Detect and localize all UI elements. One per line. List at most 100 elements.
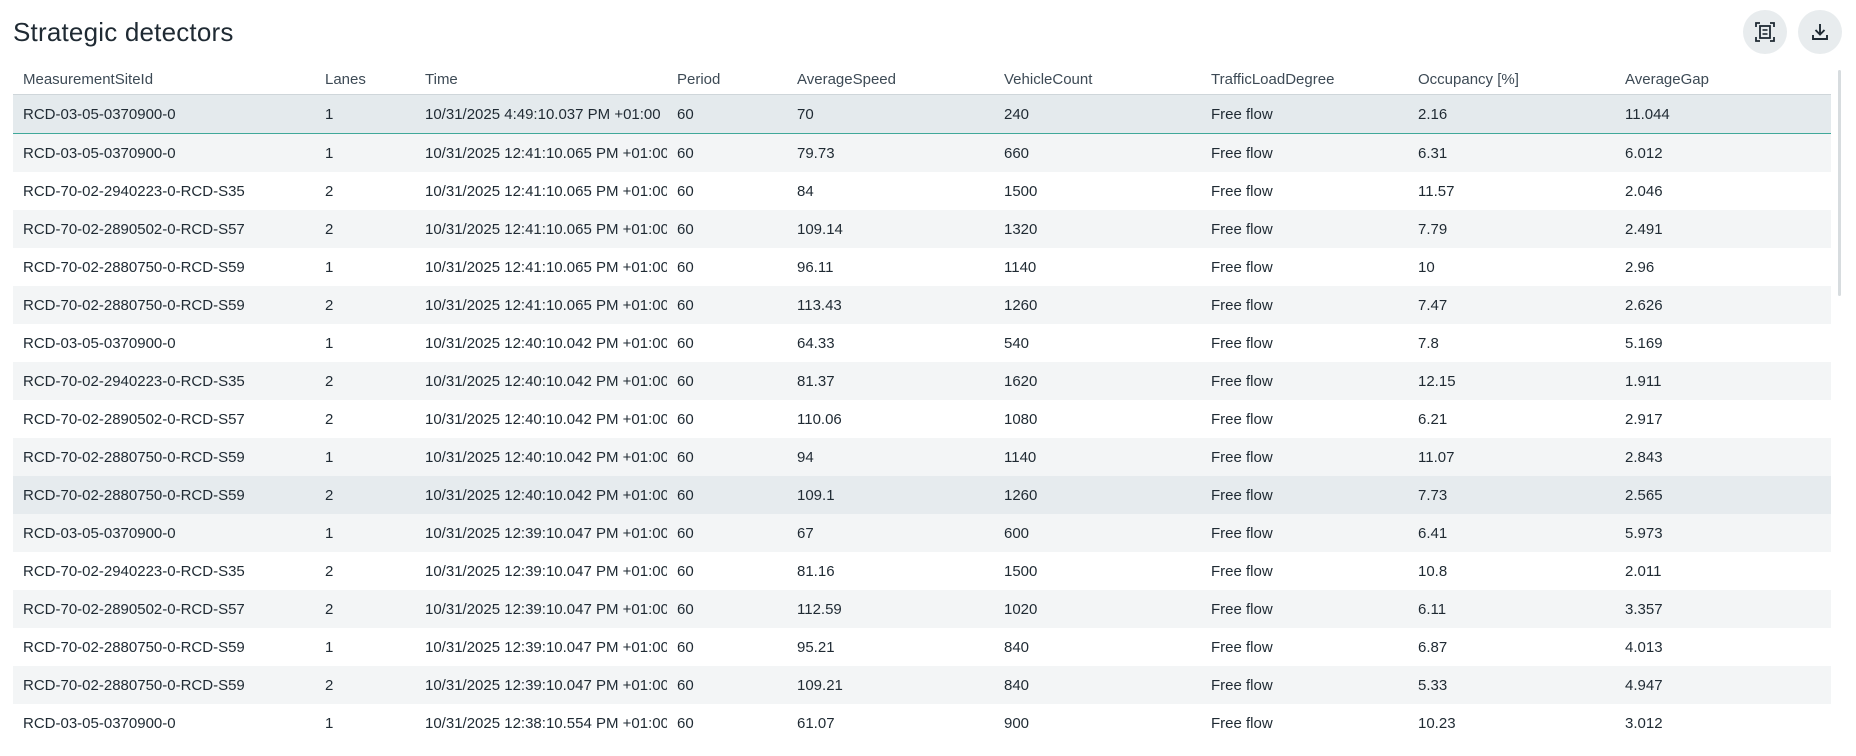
cell-period: 60 <box>667 210 787 248</box>
cell-vehiclecount: 1500 <box>994 172 1201 210</box>
cell-time: 10/31/2025 12:39:10.047 PM +01:00 <box>415 628 667 666</box>
cell-lanes: 2 <box>315 666 415 704</box>
cell-time: 10/31/2025 12:41:10.065 PM +01:00 <box>415 172 667 210</box>
cell-period: 60 <box>667 704 787 742</box>
column-header-lanes[interactable]: Lanes <box>315 64 415 95</box>
cell-lanes: 2 <box>315 476 415 514</box>
cell-lanes: 2 <box>315 362 415 400</box>
cell-vehiclecount: 1260 <box>994 476 1201 514</box>
cell-period: 60 <box>667 438 787 476</box>
table-row[interactable]: RCD-70-02-2890502-0-RCD-S57 2 10/31/2025 1… <box>13 210 1831 248</box>
cell-trafficloaddegree: Free flow <box>1201 628 1408 666</box>
download-icon <box>1812 24 1828 40</box>
cell-averagespeed: 109.1 <box>787 476 994 514</box>
table-row[interactable]: RCD-03-05-0370900-0 1 10/31/2025 12:40:10.… <box>13 324 1831 362</box>
cell-trafficloaddegree: Free flow <box>1201 94 1408 134</box>
cell-trafficloaddegree: Free flow <box>1201 704 1408 742</box>
cell-time: 10/31/2025 12:38:10.554 PM +01:00 <box>415 704 667 742</box>
table-row[interactable]: RCD-03-05-0370900-0 1 10/31/2025 12:39:10.… <box>13 514 1831 552</box>
column-header-averagegap[interactable]: AverageGap <box>1615 64 1831 95</box>
cell-period: 60 <box>667 248 787 286</box>
cell-time: 10/31/2025 12:40:10.042 PM +01:00 <box>415 362 667 400</box>
cell-occupancy: 11.07 <box>1408 438 1615 476</box>
cell-measurementsiteid: RCD-70-02-2890502-0-RCD-S57 <box>13 400 315 438</box>
cell-averagegap: 11.044 <box>1615 94 1831 134</box>
cell-averagespeed: 61.07 <box>787 704 994 742</box>
cell-vehiclecount: 1320 <box>994 210 1201 248</box>
cell-period: 60 <box>667 286 787 324</box>
cell-occupancy: 7.47 <box>1408 286 1615 324</box>
cell-occupancy: 10 <box>1408 248 1615 286</box>
table-row[interactable]: RCD-70-02-2880750-0-RCD-S59 1 10/31/2025 1… <box>13 248 1831 286</box>
column-header-occupancy[interactable]: Occupancy [%] <box>1408 64 1615 95</box>
cell-averagespeed: 67 <box>787 514 994 552</box>
page-header: Strategic detectors <box>13 14 1856 54</box>
cell-averagegap: 2.96 <box>1615 248 1831 286</box>
fit-to-screen-button[interactable] <box>1743 10 1787 54</box>
page-title: Strategic detectors <box>13 17 234 47</box>
table-row[interactable]: RCD-70-02-2880750-0-RCD-S59 2 10/31/2025 1… <box>13 666 1831 704</box>
cell-occupancy: 5.33 <box>1408 666 1615 704</box>
table-row[interactable]: RCD-70-02-2940223-0-RCD-S35 2 10/31/2025 1… <box>13 362 1831 400</box>
cell-lanes: 1 <box>315 248 415 286</box>
cell-occupancy: 12.15 <box>1408 362 1615 400</box>
column-header-time[interactable]: Time <box>415 64 667 95</box>
cell-occupancy: 10.23 <box>1408 704 1615 742</box>
table-row[interactable]: RCD-70-02-2880750-0-RCD-S59 2 10/31/2025 1… <box>13 476 1831 514</box>
cell-occupancy: 10.8 <box>1408 552 1615 590</box>
column-header-vehiclecount[interactable]: VehicleCount <box>994 64 1201 95</box>
cell-measurementsiteid: RCD-70-02-2880750-0-RCD-S59 <box>13 286 315 324</box>
cell-trafficloaddegree: Free flow <box>1201 476 1408 514</box>
cell-averagespeed: 81.37 <box>787 362 994 400</box>
table-row[interactable]: RCD-70-02-2880750-0-RCD-S59 2 10/31/2025 1… <box>13 286 1831 324</box>
cell-trafficloaddegree: Free flow <box>1201 666 1408 704</box>
column-header-averagespeed[interactable]: AverageSpeed <box>787 64 994 95</box>
cell-measurementsiteid: RCD-70-02-2940223-0-RCD-S35 <box>13 172 315 210</box>
cell-time: 10/31/2025 12:40:10.042 PM +01:00 <box>415 438 667 476</box>
detectors-table-container[interactable]: MeasurementSiteId Lanes Time Period AverageS… <box>13 64 1831 756</box>
table-row[interactable]: RCD-70-02-2880750-0-RCD-S59 1 10/31/2025 1… <box>13 628 1831 666</box>
detectors-table: MeasurementSiteId Lanes Time Period AverageS… <box>13 64 1831 742</box>
cell-averagegap: 4.013 <box>1615 628 1831 666</box>
cell-vehiclecount: 1140 <box>994 248 1201 286</box>
cell-lanes: 1 <box>315 628 415 666</box>
cell-vehiclecount: 660 <box>994 133 1201 172</box>
cell-averagespeed: 70 <box>787 94 994 134</box>
cell-trafficloaddegree: Free flow <box>1201 590 1408 628</box>
column-header-trafficloaddegree[interactable]: TrafficLoadDegree <box>1201 64 1408 95</box>
cell-trafficloaddegree: Free flow <box>1201 324 1408 362</box>
cell-time: 10/31/2025 12:41:10.065 PM +01:00 <box>415 210 667 248</box>
cell-averagespeed: 113.43 <box>787 286 994 324</box>
cell-time: 10/31/2025 12:39:10.047 PM +01:00 <box>415 590 667 628</box>
cell-period: 60 <box>667 400 787 438</box>
cell-trafficloaddegree: Free flow <box>1201 552 1408 590</box>
cell-period: 60 <box>667 324 787 362</box>
table-row[interactable]: RCD-70-02-2940223-0-RCD-S35 2 10/31/2025 1… <box>13 172 1831 210</box>
table-row[interactable]: RCD-70-02-2890502-0-RCD-S57 2 10/31/2025 1… <box>13 400 1831 438</box>
table-row[interactable]: RCD-70-02-2890502-0-RCD-S57 2 10/31/2025 1… <box>13 590 1831 628</box>
cell-averagegap: 2.917 <box>1615 400 1831 438</box>
cell-occupancy: 11.57 <box>1408 172 1615 210</box>
vertical-scrollbar-thumb[interactable] <box>1838 70 1841 296</box>
cell-time: 10/31/2025 12:40:10.042 PM +01:00 <box>415 400 667 438</box>
table-row[interactable]: RCD-70-02-2880750-0-RCD-S59 1 10/31/2025 1… <box>13 438 1831 476</box>
cell-averagespeed: 109.21 <box>787 666 994 704</box>
cell-lanes: 2 <box>315 400 415 438</box>
cell-occupancy: 2.16 <box>1408 94 1615 134</box>
table-row[interactable]: RCD-03-05-0370900-0 1 10/31/2025 12:41:10.… <box>13 133 1831 172</box>
cell-period: 60 <box>667 628 787 666</box>
table-row[interactable]: RCD-03-05-0370900-0 1 10/31/2025 4:49:10.0… <box>13 94 1831 134</box>
download-button[interactable] <box>1798 10 1842 54</box>
table-row[interactable]: RCD-03-05-0370900-0 1 10/31/2025 12:38:10.… <box>13 704 1831 742</box>
column-header-measurementsiteid[interactable]: MeasurementSiteId <box>13 64 315 95</box>
cell-lanes: 2 <box>315 552 415 590</box>
cell-lanes: 1 <box>315 438 415 476</box>
column-header-period[interactable]: Period <box>667 64 787 95</box>
table-row[interactable]: RCD-70-02-2940223-0-RCD-S35 2 10/31/2025 1… <box>13 552 1831 590</box>
cell-measurementsiteid: RCD-70-02-2880750-0-RCD-S59 <box>13 438 315 476</box>
cell-lanes: 1 <box>315 94 415 134</box>
cell-vehiclecount: 1260 <box>994 286 1201 324</box>
cell-averagegap: 1.911 <box>1615 362 1831 400</box>
cell-vehiclecount: 840 <box>994 666 1201 704</box>
cell-vehiclecount: 240 <box>994 94 1201 134</box>
